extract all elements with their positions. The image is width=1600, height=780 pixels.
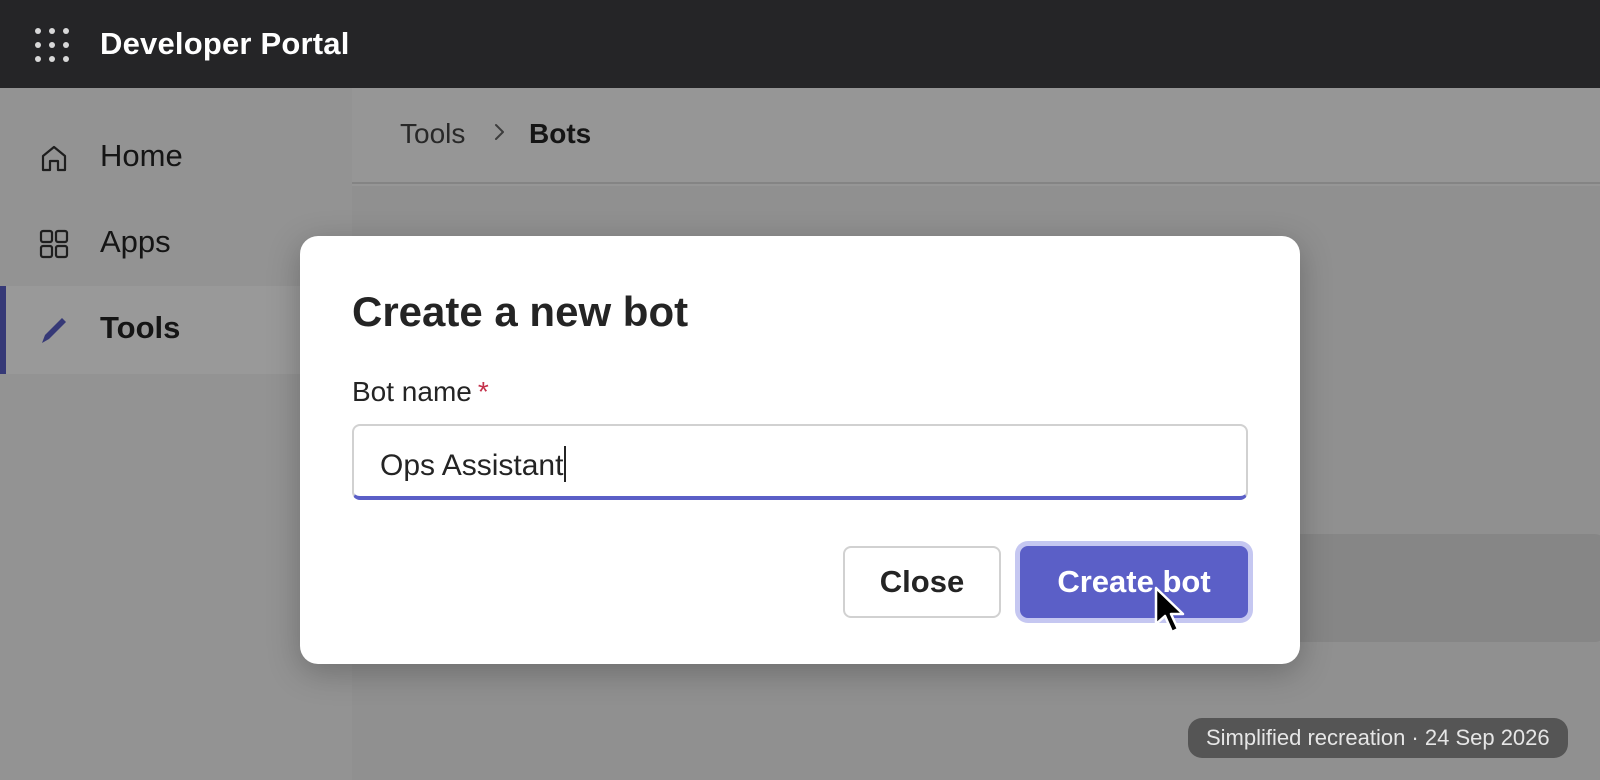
mouse-cursor-icon <box>1154 586 1185 634</box>
app-title: Developer Portal <box>100 26 350 61</box>
dialog-title: Create a new bot <box>352 288 689 335</box>
top-bar: Developer Portal <box>0 0 1600 88</box>
bot-name-label: Bot name * <box>352 376 489 408</box>
required-marker: * <box>477 376 489 407</box>
create-bot-dialog: Create a new bot Bot name * Ops Assistant… <box>300 236 1300 664</box>
text-caret <box>564 446 567 482</box>
bot-name-input[interactable]: Ops Assistant <box>352 424 1248 500</box>
app-launcher-icon[interactable] <box>35 28 69 62</box>
bot-name-label-text: Bot name <box>352 376 472 407</box>
recreation-badge: Simplified recreation · 24 Sep 2026 <box>1188 718 1568 758</box>
create-bot-button[interactable]: Create bot <box>1020 546 1248 618</box>
close-button[interactable]: Close <box>843 546 1001 618</box>
bot-name-input-value: Ops Assistant <box>380 446 567 483</box>
